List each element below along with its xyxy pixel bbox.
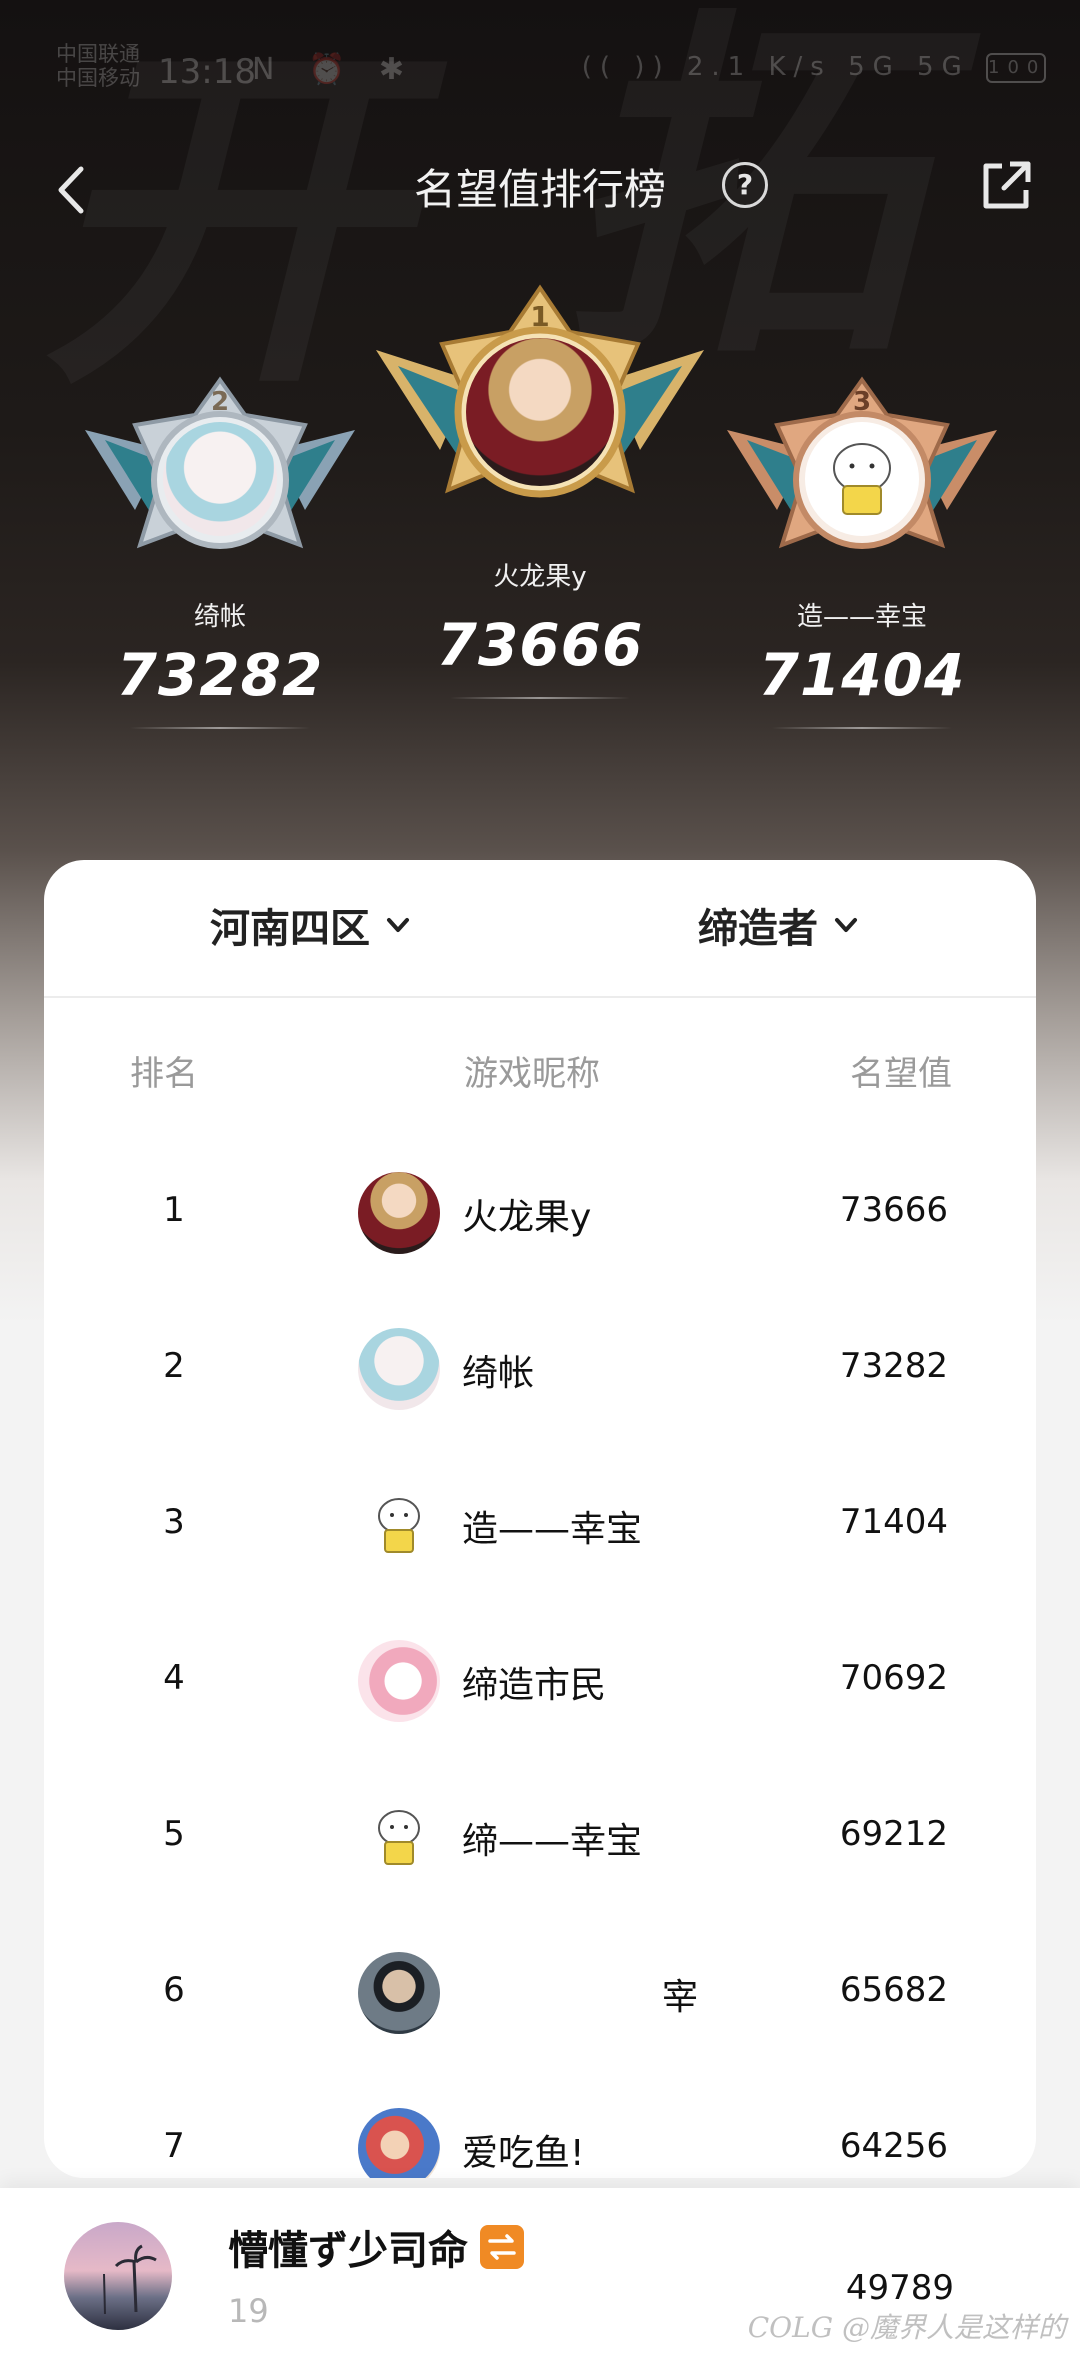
player-avatar — [358, 1952, 440, 2034]
row-score: 73282 — [839, 1346, 948, 1386]
row-nickname: 火龙果y — [462, 1197, 592, 1238]
player-avatar — [358, 1640, 440, 1722]
silver-rank-badge: 2 — [75, 370, 365, 590]
row-rank: 3 — [163, 1502, 185, 1542]
my-rank: 19 — [228, 2292, 269, 2330]
status-icons-left: N ⏰ ✱ — [252, 52, 417, 87]
battery-icon: 100 — [986, 52, 1046, 83]
row-nickname: 爱吃鱼! — [462, 2133, 585, 2174]
watermark: COLG @魔界人是这样的 — [747, 2311, 1066, 2344]
cartoon-bear-icon — [833, 443, 891, 515]
player-avatar — [358, 2108, 440, 2178]
table-row[interactable]: 6 宰 65682 — [44, 1916, 1036, 2072]
table-header: 排名 游戏昵称 名望值 — [44, 998, 1036, 1136]
podium-third[interactable]: 3 造——幸宝 71404 — [712, 370, 1012, 729]
player-avatar — [466, 338, 614, 486]
place-number: 3 — [853, 387, 871, 417]
table-row[interactable]: 7 爱吃鱼! 64256 — [44, 2072, 1036, 2178]
row-nickname: 造——幸宝 — [462, 1509, 643, 1550]
status-icons-right: (( )) 2.1 K/s 5G 5G 100 — [582, 52, 1046, 83]
carrier-label: 中国联通 中国移动 — [56, 42, 140, 90]
chevron-down-icon — [835, 918, 857, 932]
class-label: 缔造者 — [698, 906, 818, 952]
player-avatar — [358, 1484, 440, 1566]
table-row[interactable]: 4 缔造市民 70692 — [44, 1604, 1036, 1760]
podium-second[interactable]: 2 绮帐 73282 — [70, 370, 370, 729]
page-title: 名望值排行榜 — [413, 165, 666, 214]
podium-score: 73282 — [116, 641, 324, 709]
share-button[interactable] — [978, 158, 1038, 218]
table-row[interactable]: 3 造——幸宝 71404 — [44, 1448, 1036, 1604]
score-divider — [772, 727, 952, 729]
cartoon-bear-icon — [378, 1810, 420, 1865]
row-nickname: 缔造市民 — [462, 1665, 607, 1706]
row-score: 69212 — [839, 1814, 948, 1854]
row-score: 64256 — [839, 2126, 948, 2166]
podium-name: 绮帐 — [193, 602, 246, 632]
ranking-card: 河南四区 缔造者 排名 游戏昵称 名望值 1 火龙果y 73666 2 绮帐 7… — [44, 860, 1036, 2178]
table-row[interactable]: 1 火龙果y 73666 — [44, 1136, 1036, 1292]
score-divider — [450, 697, 630, 699]
row-rank: 2 — [163, 1346, 185, 1386]
row-nickname: 宰 — [662, 1977, 699, 2018]
chevron-down-icon — [387, 918, 409, 932]
my-nickname: 懵懂ず少司命 — [228, 2218, 524, 2276]
player-avatar — [358, 1796, 440, 1878]
podium-name: 火龙果y — [493, 562, 587, 592]
gold-rank-badge: 1 — [370, 280, 710, 550]
help-button[interactable]: ? — [722, 162, 768, 208]
column-nickname: 游戏昵称 — [464, 1054, 600, 1094]
row-nickname: 绮帐 — [462, 1353, 535, 1394]
my-avatar — [64, 2222, 172, 2330]
palm-tree-icon — [103, 2244, 157, 2315]
signal-icons: (( )) 2.1 K/s 5G 5G — [581, 52, 970, 82]
class-dropdown[interactable]: 缔造者 — [698, 896, 860, 954]
row-rank: 6 — [163, 1970, 185, 2010]
row-rank: 1 — [163, 1190, 185, 1230]
row-score: 65682 — [839, 1970, 948, 2010]
transfer-server-icon[interactable] — [480, 2225, 524, 2269]
filter-bar: 河南四区 缔造者 — [44, 860, 1036, 998]
status-bar: 中国联通 中国移动 13:18 N ⏰ ✱ (( )) 2.1 K/s 5G 5… — [0, 0, 1080, 140]
player-avatar — [358, 1328, 440, 1410]
score-divider — [130, 727, 310, 729]
share-icon — [983, 161, 1031, 209]
table-row[interactable]: 2 绮帐 73282 — [44, 1292, 1036, 1448]
column-reputation: 名望值 — [850, 1054, 952, 1094]
podium-score: 73666 — [436, 611, 644, 679]
row-rank: 5 — [163, 1814, 185, 1854]
my-score: 49789 — [845, 2268, 954, 2308]
place-number: 2 — [211, 387, 229, 417]
podium-score: 71404 — [758, 641, 966, 709]
clock: 13:18 — [158, 52, 256, 92]
my-ranking-bar[interactable]: 懵懂ず少司命 19 49789 COLG @魔界人是这样的 — [0, 2188, 1080, 2363]
row-nickname: 缔——幸宝 — [462, 1821, 643, 1862]
top-three-podium: 2 绮帐 73282 1 火龙果y 73666 3 造——幸宝 71404 — [0, 270, 1080, 770]
swap-arrows-icon — [488, 2234, 516, 2260]
player-avatar — [358, 1172, 440, 1254]
player-avatar — [163, 422, 277, 536]
top-nav-bar: 名望值排行榜 ? — [0, 140, 1080, 240]
place-number: 1 — [530, 300, 549, 333]
row-score: 70692 — [839, 1658, 948, 1698]
bronze-rank-badge: 3 — [717, 370, 1007, 590]
podium-first[interactable]: 1 火龙果y 73666 — [360, 280, 720, 699]
region-dropdown[interactable]: 河南四区 — [210, 896, 412, 954]
column-rank: 排名 — [130, 1054, 198, 1094]
table-row[interactable]: 5 缔——幸宝 69212 — [44, 1760, 1036, 1916]
row-rank: 4 — [163, 1658, 185, 1698]
my-nickname-text: 懵懂ず少司命 — [228, 2228, 468, 2274]
podium-name: 造——幸宝 — [796, 602, 927, 632]
row-score: 71404 — [839, 1502, 948, 1542]
row-score: 73666 — [839, 1190, 948, 1230]
cartoon-bear-icon — [378, 1498, 420, 1553]
player-avatar — [805, 422, 919, 536]
region-label: 河南四区 — [210, 906, 370, 952]
row-rank: 7 — [163, 2126, 185, 2166]
